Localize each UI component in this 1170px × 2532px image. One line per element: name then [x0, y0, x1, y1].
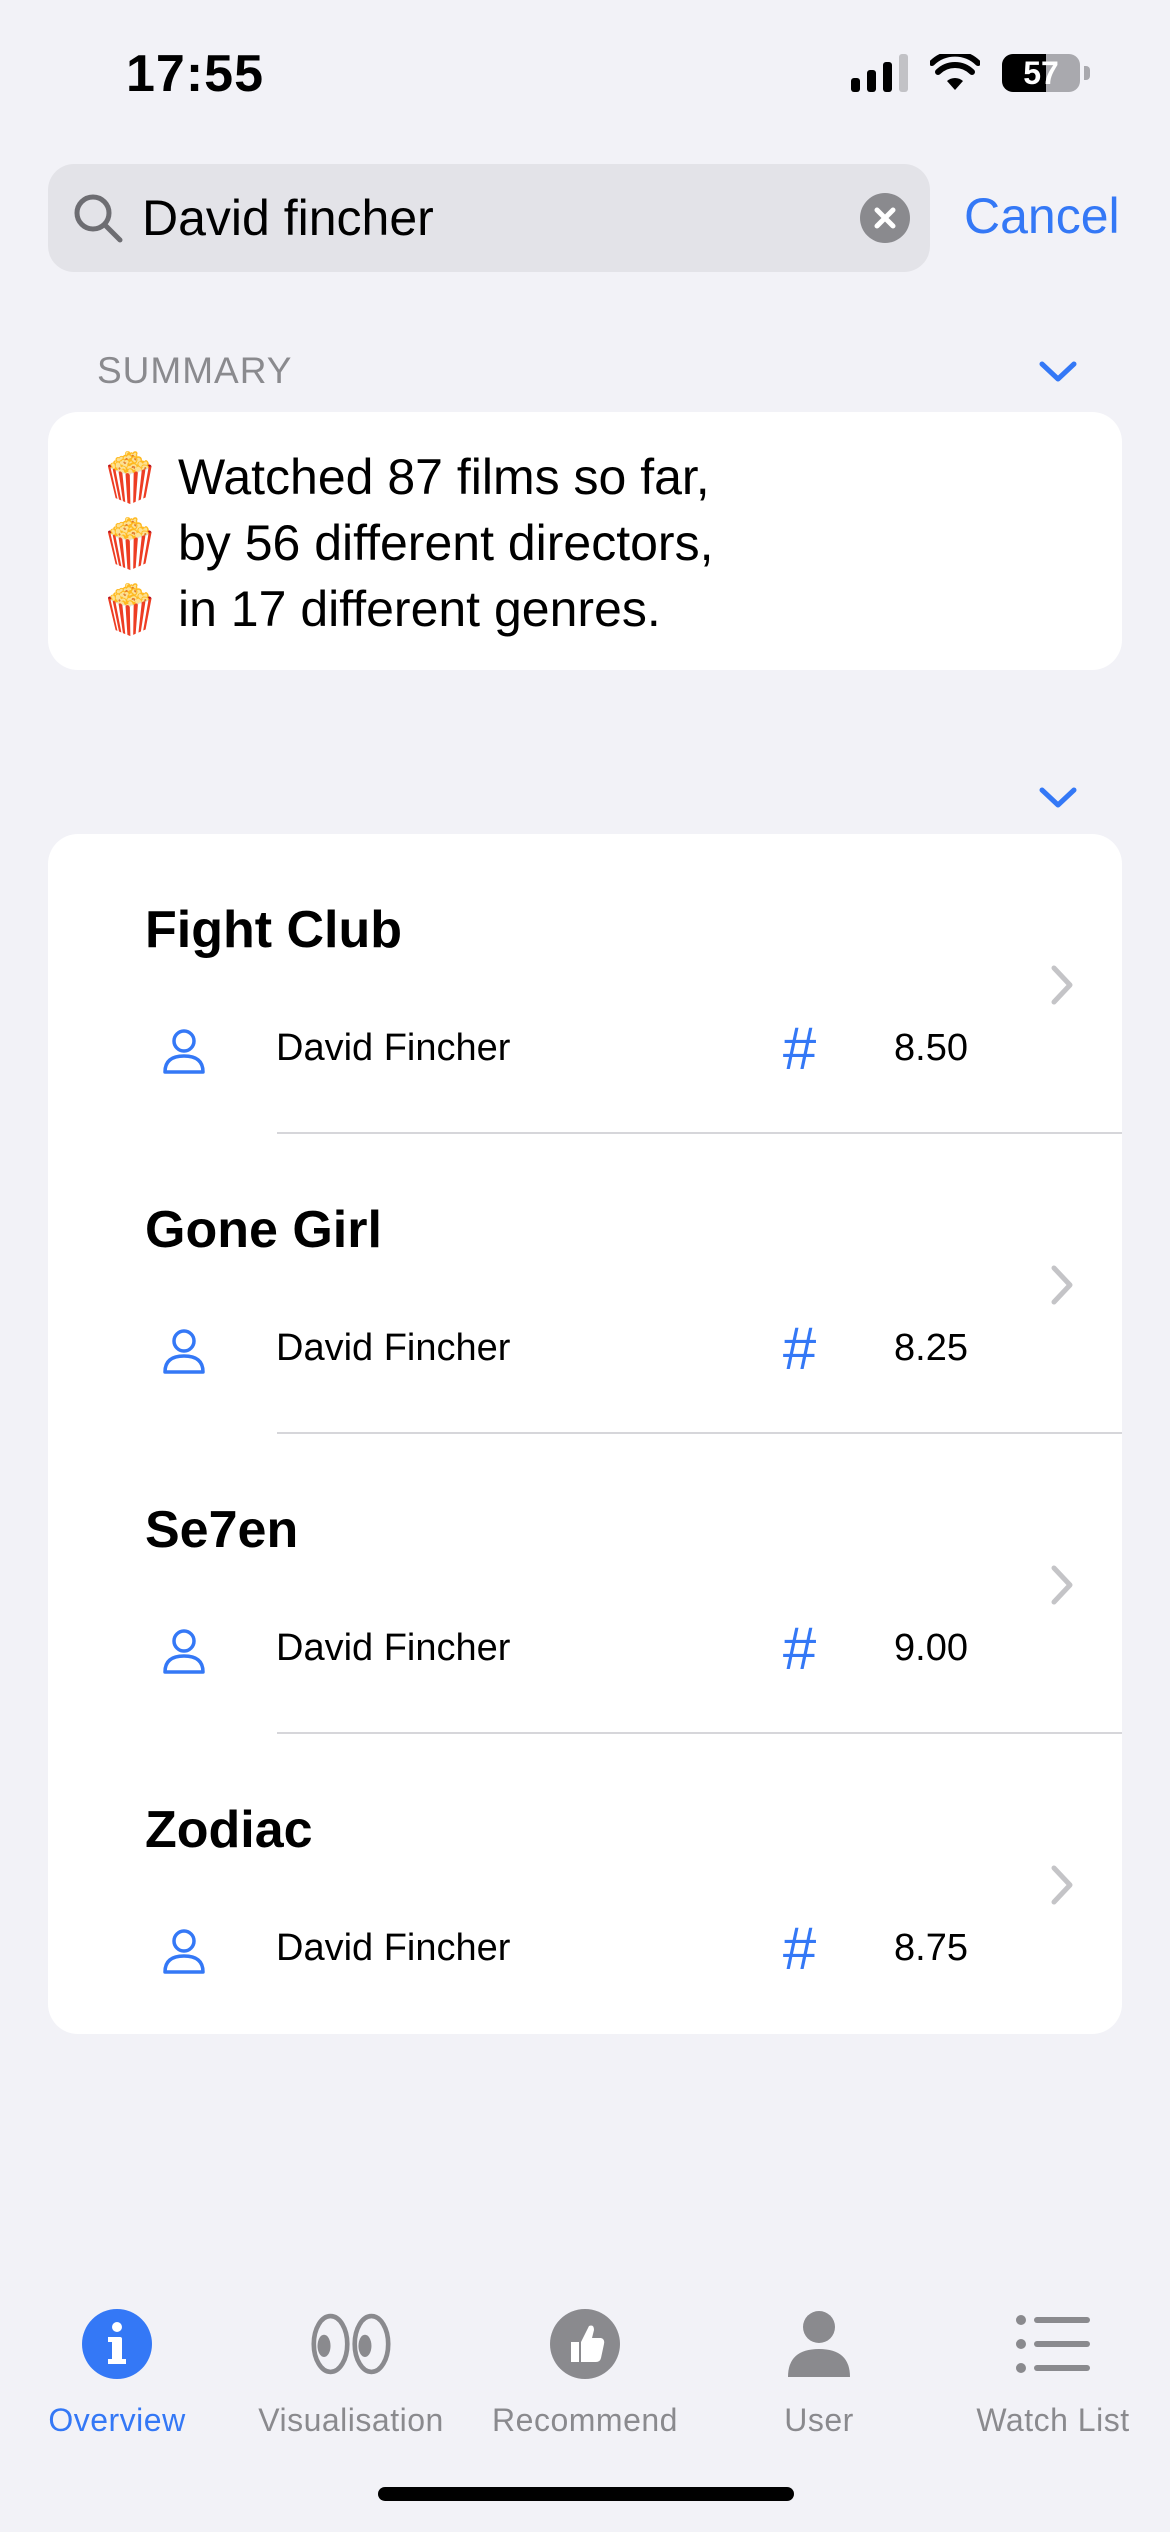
tab-overview[interactable]: Overview: [0, 2304, 234, 2439]
film-director: David Fincher: [276, 1027, 511, 1069]
popcorn-icon: 🍿: [100, 517, 160, 571]
film-title: Gone Girl: [145, 1201, 382, 1259]
film-row[interactable]: Fight Club David Fincher # 8.50: [48, 834, 1122, 1134]
film-director: David Fincher: [276, 1927, 511, 1969]
chevron-right-icon: [1051, 965, 1073, 1005]
person-icon: [779, 2304, 859, 2384]
film-title: Zodiac: [145, 1801, 313, 1859]
tab-watch-list[interactable]: Watch List: [936, 2304, 1170, 2439]
list-icon: [1013, 2304, 1093, 2384]
film-row[interactable]: Gone Girl David Fincher # 8.25: [48, 1134, 1122, 1434]
film-rating: 8.75: [894, 1927, 968, 1969]
summary-line: 🍿 in 17 different genres.: [100, 576, 1122, 642]
chevron-right-icon: [1051, 1565, 1073, 1605]
status-bar: 17:55 57: [0, 0, 1170, 150]
home-indicator[interactable]: [378, 2487, 794, 2501]
status-icons: 57: [851, 54, 1090, 92]
film-title: Se7en: [145, 1501, 299, 1559]
search-icon: [74, 194, 123, 243]
thumbs-up-icon: [545, 2304, 625, 2384]
tab-label: Watch List: [976, 2402, 1130, 2438]
film-rating: 8.50: [894, 1027, 968, 1069]
chevron-right-icon: [1051, 1265, 1073, 1305]
search-value[interactable]: David fincher: [142, 188, 434, 248]
film-director: David Fincher: [276, 1327, 511, 1369]
film-rating: 9.00: [894, 1627, 968, 1669]
film-row[interactable]: Se7en David Fincher # 9.00: [48, 1434, 1122, 1734]
summary-text: Watched 87 films so far,: [178, 449, 710, 505]
person-icon: [163, 1329, 205, 1374]
clear-search-button[interactable]: [860, 193, 910, 243]
summary-line: 🍿 Watched 87 films so far,: [100, 444, 1122, 510]
info-icon: [77, 2304, 157, 2384]
chevron-right-icon: [1051, 1865, 1073, 1905]
tab-user[interactable]: User: [702, 2304, 936, 2439]
hash-icon: #: [782, 1915, 816, 1982]
search-input[interactable]: David fincher: [48, 164, 930, 272]
battery-percent: 57: [1023, 54, 1059, 91]
battery-icon: 57: [1002, 54, 1080, 92]
popcorn-icon: 🍿: [100, 451, 160, 505]
hash-icon: #: [782, 1315, 816, 1382]
person-icon: [163, 1929, 205, 1974]
summary-text: by 56 different directors,: [178, 515, 714, 571]
close-icon: [874, 207, 896, 229]
film-list: Fight Club David Fincher # 8.50 Gone Gir…: [48, 834, 1122, 2034]
cancel-button[interactable]: Cancel: [964, 186, 1120, 246]
tab-label: Visualisation: [258, 2402, 444, 2438]
hash-icon: #: [782, 1015, 816, 1082]
chevron-down-icon[interactable]: [1038, 786, 1078, 810]
status-time: 17:55: [126, 45, 264, 103]
tab-label: Recommend: [492, 2402, 678, 2438]
tab-recommend[interactable]: Recommend: [468, 2304, 702, 2439]
person-icon: [163, 1629, 205, 1674]
film-rating: 8.25: [894, 1327, 968, 1369]
popcorn-icon: 🍿: [100, 583, 160, 637]
person-icon: [163, 1029, 205, 1074]
cellular-signal-icon: [851, 54, 908, 92]
film-title: Fight Club: [145, 901, 403, 959]
summary-card: 🍿 Watched 87 films so far, 🍿 by 56 diffe…: [48, 412, 1122, 670]
film-director: David Fincher: [276, 1627, 511, 1669]
wifi-icon: [930, 54, 980, 90]
chevron-down-icon[interactable]: [1038, 360, 1078, 384]
tab-label: Overview: [48, 2402, 186, 2438]
summary-line: 🍿 by 56 different directors,: [100, 510, 1122, 576]
tab-label: User: [784, 2402, 854, 2438]
film-row[interactable]: Zodiac David Fincher # 8.75: [48, 1734, 1122, 2034]
hash-icon: #: [782, 1615, 816, 1682]
summary-text: in 17 different genres.: [178, 581, 661, 637]
battery-cap: [1084, 66, 1090, 80]
tab-visualisation[interactable]: Visualisation: [234, 2304, 468, 2439]
eyes-icon: [311, 2304, 391, 2384]
summary-header: SUMMARY: [97, 350, 293, 391]
